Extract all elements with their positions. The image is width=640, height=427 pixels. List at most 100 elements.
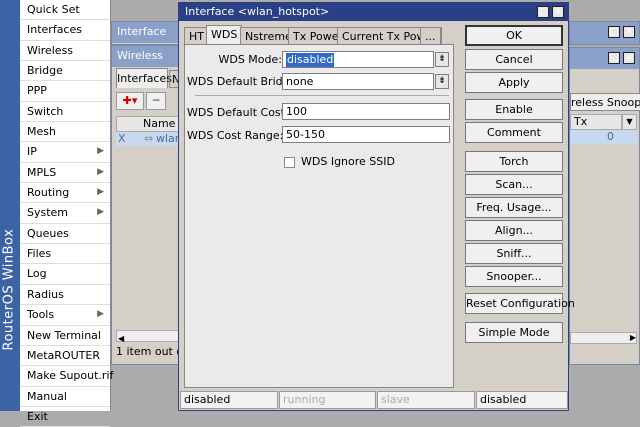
- close-icon[interactable]: ✕: [623, 52, 635, 64]
- submenu-arrow-icon: ▶: [97, 166, 104, 177]
- row-flag: X: [118, 132, 126, 145]
- menu-item-manual[interactable]: Manual: [20, 387, 110, 407]
- freq-usage-button[interactable]: Freq. Usage...: [465, 197, 563, 218]
- menu-item-label: IP: [27, 145, 37, 159]
- menu-item-interfaces[interactable]: Interfaces: [20, 20, 110, 41]
- menu-item-label: Tools: [27, 308, 55, 322]
- enable-button[interactable]: Enable: [465, 99, 563, 120]
- interface-list-titlebar-right: □ ✕: [570, 22, 639, 44]
- menu-item-label: Make Supout.rif: [27, 369, 114, 383]
- menu-item-mpls[interactable]: MPLS ▶: [20, 163, 110, 184]
- menu-item-exit[interactable]: Exit: [20, 407, 110, 427]
- menu-item-quick-set[interactable]: Quick Set: [20, 0, 110, 21]
- menu-item-label: Queues: [27, 226, 69, 240]
- chevron-down-icon[interactable]: ⇟: [435, 52, 449, 67]
- menu-item-log[interactable]: Log: [20, 264, 110, 285]
- menu-item-label: Exit: [27, 409, 48, 423]
- menu-item-label: PPP: [27, 84, 47, 98]
- tab-wireless-snooper[interactable]: reless Snooper: [570, 93, 640, 111]
- col-name[interactable]: Name: [143, 117, 175, 131]
- cancel-button[interactable]: Cancel: [465, 49, 563, 70]
- close-icon[interactable]: ✕: [623, 26, 635, 38]
- menu-item-ppp[interactable]: PPP: [20, 81, 110, 102]
- menu-item-routing[interactable]: Routing ▶: [20, 183, 110, 204]
- reset-configuration-button[interactable]: Reset Configuration: [465, 293, 575, 314]
- simple-mode-button[interactable]: Simple Mode: [465, 322, 563, 343]
- wireless-tables-title: Wireless Tables: [112, 46, 180, 82]
- table-row[interactable]: X ⇔ wlan_: [116, 132, 187, 146]
- menu-item-switch[interactable]: Switch: [20, 102, 110, 123]
- menu-item-label: Mesh: [27, 125, 56, 139]
- menu-item-label: Wireless: [27, 43, 74, 57]
- wds-mode-value: disabled: [286, 53, 335, 67]
- menu-item-ip[interactable]: IP ▶: [20, 142, 110, 163]
- wireless-tables-window: Wireless Tables Interfaces N ✚▾ ━ Name X…: [111, 45, 187, 365]
- tx-drops-value: 0: [570, 130, 637, 144]
- ignore-ssid-checkbox[interactable]: [284, 157, 295, 168]
- menu-item-label: Routing: [27, 186, 70, 200]
- menu-item-label: System: [27, 206, 69, 220]
- menu-item-new-terminal[interactable]: New Terminal: [20, 326, 110, 346]
- snooper-button[interactable]: Snooper...: [465, 266, 563, 287]
- tab-interfaces[interactable]: Interfaces: [116, 68, 172, 88]
- menu-item-radius[interactable]: Radius: [20, 285, 110, 306]
- wds-mode-select[interactable]: disabled: [282, 51, 434, 68]
- wds-bridge-label: WDS Default Bridge:: [187, 75, 301, 88]
- plus-icon: ✚▾: [122, 94, 138, 107]
- interface-list-title: Interface List: [112, 22, 180, 58]
- col-tx-drops[interactable]: Tx Drops: [570, 114, 622, 142]
- torch-button[interactable]: Torch: [465, 151, 563, 172]
- table-header: Name: [116, 116, 182, 132]
- menu-item-label: Quick Set: [27, 3, 80, 16]
- comment-button[interactable]: Comment: [465, 122, 563, 143]
- h-scrollbar-right[interactable]: ▶: [570, 332, 637, 344]
- wireless-tables-window-right: □ ✕ reless Snooper Tx Drops ▼ 0 ▶: [569, 47, 640, 365]
- tab-more[interactable]: ...: [420, 27, 441, 45]
- menu-item-wireless[interactable]: Wireless: [20, 41, 110, 62]
- wds-cost-label: WDS Default Cost:: [187, 106, 289, 119]
- menu-item-queues[interactable]: Queues: [20, 224, 110, 245]
- ok-button[interactable]: OK: [465, 25, 563, 46]
- menu-item-mesh[interactable]: Mesh: [20, 122, 110, 143]
- wds-range-input[interactable]: 50-150: [282, 126, 450, 143]
- menu-item-tools[interactable]: Tools ▶: [20, 305, 110, 326]
- menu-item-label: Manual: [27, 389, 67, 403]
- menu-item-label: Bridge: [27, 64, 63, 78]
- chevron-down-icon[interactable]: ⇟: [435, 74, 449, 89]
- ignore-ssid-label: WDS Ignore SSID: [301, 155, 395, 168]
- menu-item-label: MPLS: [27, 165, 57, 179]
- wds-mode-label: WDS Mode:: [218, 53, 282, 66]
- sniff-button[interactable]: Sniff...: [465, 243, 563, 264]
- status-disabled: disabled: [180, 391, 278, 409]
- column-menu-icon[interactable]: ▼: [622, 114, 637, 130]
- remove-button[interactable]: ━: [146, 92, 166, 110]
- scan-button[interactable]: Scan...: [465, 174, 563, 195]
- submenu-arrow-icon: ▶: [97, 187, 104, 198]
- dialog-title: Interface <wlan_hotspot>: [185, 5, 330, 18]
- menu-item-label: Interfaces: [27, 23, 82, 37]
- menu-item-label: Log: [27, 267, 47, 281]
- tab-wds[interactable]: WDS: [206, 25, 243, 45]
- menu-item-label: Files: [27, 247, 52, 261]
- h-scrollbar[interactable]: ◀: [116, 330, 182, 343]
- brand-strip: RouterOS WinBox: [0, 0, 20, 411]
- wds-bridge-select[interactable]: none: [282, 73, 434, 90]
- align-button[interactable]: Align...: [465, 220, 563, 241]
- submenu-arrow-icon: ▶: [97, 309, 104, 320]
- close-icon[interactable]: ✕: [552, 6, 564, 18]
- maximize-icon[interactable]: □: [608, 26, 620, 38]
- add-button[interactable]: ✚▾: [116, 92, 144, 110]
- dialog-title-bar[interactable]: Interface <wlan_hotspot> □ ✕: [179, 3, 568, 21]
- wds-panel: WDS Mode: disabled ⇟ WDS Default Bridge:…: [184, 44, 454, 388]
- apply-button[interactable]: Apply: [465, 72, 563, 93]
- maximize-icon[interactable]: □: [608, 52, 620, 64]
- status-slave: slave: [377, 391, 475, 409]
- menu-item-system[interactable]: System ▶: [20, 203, 110, 224]
- maximize-icon[interactable]: □: [537, 6, 549, 18]
- menu-item-make-supout-rif[interactable]: Make Supout.rif: [20, 366, 114, 387]
- menu-item-files[interactable]: Files: [20, 244, 110, 265]
- menu-item-bridge[interactable]: Bridge: [20, 61, 110, 82]
- menu-item-metarouter[interactable]: MetaROUTER: [20, 346, 110, 367]
- wds-cost-input[interactable]: 100: [282, 103, 450, 120]
- wireless-status: 1 item out of 14: [116, 345, 182, 358]
